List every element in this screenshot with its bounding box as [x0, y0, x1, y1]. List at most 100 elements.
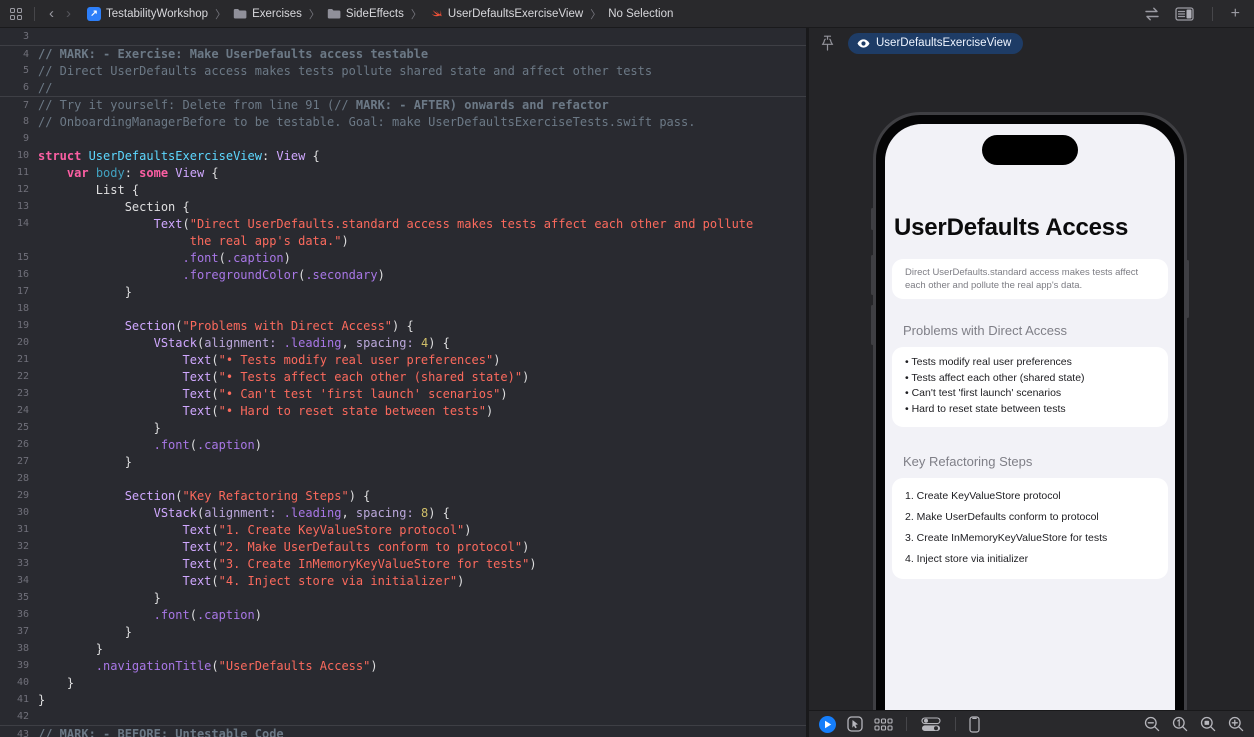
code-line[interactable]: 24 Text("• Hard to reset state between t… [0, 402, 806, 419]
code-text: } [38, 454, 132, 469]
code-line[interactable]: 28 [0, 470, 806, 487]
code-line[interactable]: 21 Text("• Tests modify real user prefer… [0, 351, 806, 368]
code-text: struct UserDefaultsExerciseView: View { [38, 148, 320, 163]
code-line[interactable]: 22 Text("• Tests affect each other (shar… [0, 368, 806, 385]
device-icon[interactable] [969, 715, 980, 733]
code-line[interactable]: 35 } [0, 589, 806, 606]
preview-tab[interactable]: UserDefaultsExerciseView [848, 32, 1024, 54]
editor-options-icon[interactable] [1175, 6, 1194, 21]
add-editor-icon[interactable]: + [1231, 5, 1240, 23]
zoom-out-icon[interactable] [1144, 716, 1160, 732]
breadcrumb-item[interactable]: Exercises [233, 8, 302, 20]
line-number: 19 [16, 320, 29, 331]
line-number: 13 [16, 201, 29, 212]
code-text: } [38, 692, 46, 707]
line-number: 3 [22, 31, 29, 42]
code-line[interactable]: 32 Text("2. Make UserDefaults conform to… [0, 538, 806, 555]
line-number: 34 [16, 575, 29, 586]
line-number: 10 [16, 150, 29, 161]
code-line[interactable]: 30 VStack(alignment: .leading, spacing: … [0, 504, 806, 521]
breadcrumb-item[interactable]: SideEffects [327, 8, 404, 20]
code-line[interactable]: 42 [0, 708, 806, 725]
iphone-frame: UserDefaults Access Direct UserDefaults.… [871, 112, 1189, 710]
phone-list-item: 1. Create KeyValueStore protocol [905, 489, 1061, 502]
code-line[interactable]: 3 [0, 28, 806, 45]
code-text: Text("• Hard to reset state between test… [182, 403, 494, 418]
pin-icon[interactable] [821, 35, 834, 51]
code-line[interactable]: 5 // Direct UserDefaults access makes tes… [0, 62, 806, 79]
code-text: } [38, 641, 104, 656]
select-cursor-icon[interactable] [847, 716, 863, 732]
phone-list-item: • Can't test 'first launch' scenarios [905, 387, 1062, 400]
code-text: .font(.caption) [153, 607, 262, 622]
code-editor[interactable]: 3 4// MARK: - Exercise: Make UserDefaults… [0, 28, 806, 737]
code-text: Section("Key Refactoring Steps") { [124, 488, 371, 503]
phone-section-card: • Tests modify real user preferences • Te… [892, 347, 1168, 427]
line-number: 6 [22, 82, 29, 93]
line-number: 22 [16, 371, 29, 382]
variants-grid-icon[interactable] [874, 717, 893, 731]
code-line[interactable]: 43 // MARK: - BEFORE: Untestable Code [0, 725, 806, 737]
line-number: 25 [16, 422, 29, 433]
code-line[interactable]: 9 [0, 130, 806, 147]
line-number: 14 [16, 218, 29, 229]
line-number: 5 [22, 65, 29, 76]
line-number: 12 [16, 184, 29, 195]
zoom-100-icon[interactable] [1172, 716, 1188, 732]
back-chevron[interactable]: ‹ [47, 6, 56, 21]
live-preview-play-icon[interactable] [819, 715, 836, 733]
code-line[interactable]: 10 struct UserDefaultsExerciseView: View … [0, 147, 806, 164]
code-line[interactable]: 16 .foregroundColor(.secondary) [0, 266, 806, 283]
code-line[interactable]: 15 .font(.caption) [0, 249, 806, 266]
code-line[interactable]: 27 } [0, 453, 806, 470]
code-line[interactable]: 18 [0, 300, 806, 317]
zoom-in-icon[interactable] [1228, 716, 1244, 732]
code-line[interactable]: 34 Text("4. Inject store via initializer… [0, 572, 806, 589]
preview-toolbar [809, 710, 1254, 737]
forward-chevron[interactable]: › [64, 6, 73, 21]
code-line[interactable]: 6 // [0, 79, 806, 96]
code-line[interactable]: 14 Text("Direct UserDefaults.standard ac… [0, 215, 806, 232]
line-number: 9 [22, 133, 29, 144]
toolbar-separator [34, 6, 35, 21]
breadcrumb-item[interactable]: UserDefaultsExerciseView [429, 7, 583, 20]
xcode-window: ‹ › ↗ TestabilityWorkshop 〉 Exercises 〉 SideE… [0, 0, 1254, 737]
code-line[interactable]: 4 // MARK: - Exercise: Make UserDefaults … [0, 45, 806, 62]
code-text: the real app's data.") [189, 233, 349, 248]
code-line[interactable]: 33 Text("3. Create InMemoryKeyValueStore… [0, 555, 806, 572]
breadcrumb-separator: 〉 [308, 8, 320, 21]
code-line[interactable]: 7 // Try it yourself: Delete from line 91… [0, 96, 806, 113]
code-line[interactable]: 38 } [0, 640, 806, 657]
code-line[interactable]: the real app's data.") [0, 232, 806, 249]
breadcrumb-item[interactable]: ↗ TestabilityWorkshop [87, 6, 208, 21]
code-line[interactable]: 40 } [0, 674, 806, 691]
editor-grid-icon[interactable] [10, 7, 22, 20]
code-line[interactable]: 41} [0, 691, 806, 708]
code-line[interactable]: 13 Section { [0, 198, 806, 215]
code-line[interactable]: 31 Text("1. Create KeyValueStore protoco… [0, 521, 806, 538]
line-number: 17 [16, 286, 29, 297]
preview-tab-bar: UserDefaultsExerciseView [809, 28, 1254, 58]
breadcrumb-item[interactable]: No Selection [608, 8, 673, 20]
code-line[interactable]: 17 } [0, 283, 806, 300]
code-line[interactable]: 20 VStack(alignment: .leading, spacing: … [0, 334, 806, 351]
code-text: // OnboardingManagerBefore to be testabl… [38, 114, 696, 129]
code-line[interactable]: 23 Text("• Can't test 'first launch' sce… [0, 385, 806, 402]
code-line[interactable]: 36 .font(.caption) [0, 606, 806, 623]
code-line[interactable]: 11 var body: some View { [0, 164, 806, 181]
device-settings-icon[interactable] [920, 716, 942, 732]
code-text: Section { [38, 199, 190, 214]
code-line[interactable]: 8 // OnboardingManagerBefore to be testab… [0, 113, 806, 130]
zoom-fit-icon[interactable] [1200, 716, 1216, 732]
line-number: 41 [16, 694, 29, 705]
code-line[interactable]: 26 .font(.caption) [0, 436, 806, 453]
code-line[interactable]: 37 } [0, 623, 806, 640]
code-line[interactable]: 12 List { [0, 181, 806, 198]
code-line[interactable]: 19 Section("Problems with Direct Access"… [0, 317, 806, 334]
toolbar-separator [1211, 6, 1213, 21]
code-line[interactable]: 25 } [0, 419, 806, 436]
code-line[interactable]: 29 Section("Key Refactoring Steps") { [0, 487, 806, 504]
swap-editors-icon[interactable] [1143, 7, 1161, 21]
line-number: 8 [22, 116, 29, 127]
code-line[interactable]: 39 .navigationTitle("UserDefaults Access… [0, 657, 806, 674]
